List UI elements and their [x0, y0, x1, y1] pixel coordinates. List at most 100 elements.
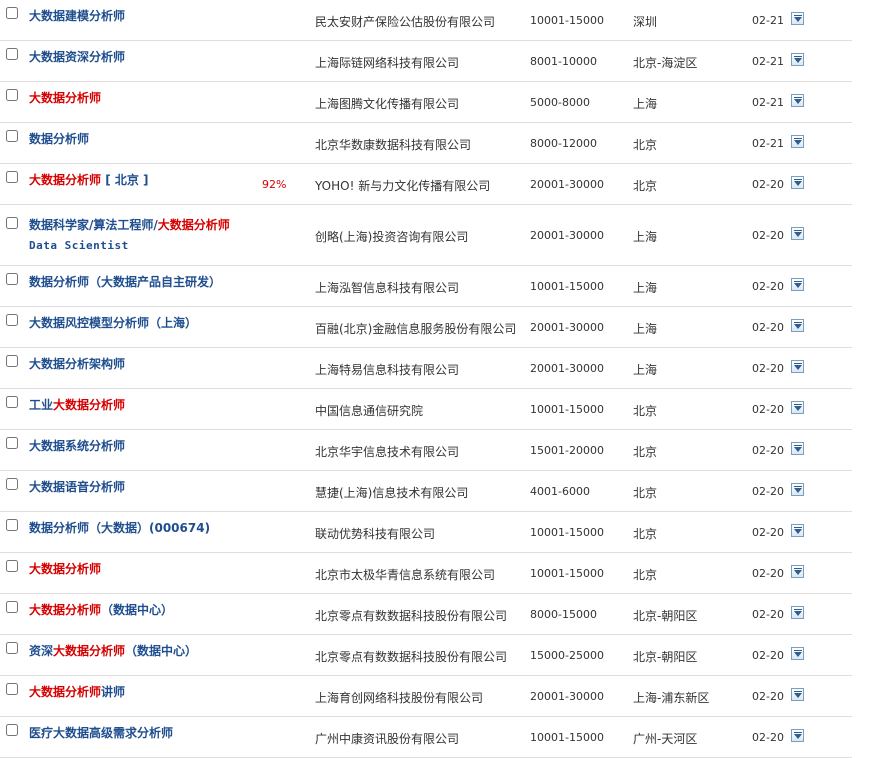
company-name-link[interactable]: 民太安财产保险公估股份有限公司: [315, 13, 527, 30]
company-name-link[interactable]: 北京市太极华青信息系统有限公司: [315, 566, 527, 583]
expand-dropdown-icon[interactable]: [791, 360, 804, 373]
expand-dropdown-icon[interactable]: [791, 565, 804, 578]
salary-range: 8000-15000: [530, 608, 597, 621]
expand-dropdown-icon[interactable]: [791, 12, 804, 25]
job-row: 数据科学家/算法工程师/大数据分析师 Data Scientist 创略(上海)投资…: [0, 205, 852, 266]
job-title-link[interactable]: 数据分析师（大数据）(000674): [29, 518, 254, 538]
job-title-link[interactable]: 大数据分析师 [ 北京 ]: [29, 170, 254, 190]
company-name-link[interactable]: 北京华宇信息技术有限公司: [315, 443, 527, 460]
company-name-link[interactable]: 联动优势科技有限公司: [315, 525, 527, 542]
post-date: 02-20: [752, 649, 784, 662]
company-name-link[interactable]: 广州中康资讯股份有限公司: [315, 730, 527, 747]
expand-dropdown-icon[interactable]: [791, 319, 804, 332]
job-title-link[interactable]: 数据分析师（大数据产品自主研发）: [29, 272, 254, 292]
salary-range: 10001-15000: [530, 280, 604, 293]
job-title-segment: 大数据分析架构师: [29, 357, 126, 371]
company-name-link[interactable]: 慧捷(上海)信息技术有限公司: [315, 484, 527, 501]
job-title-link[interactable]: 大数据语音分析师: [29, 477, 254, 497]
expand-dropdown-icon[interactable]: [791, 135, 804, 148]
job-title-link[interactable]: 大数据分析师（数据中心）: [29, 600, 254, 620]
job-title-link[interactable]: 大数据建模分析师: [29, 6, 254, 26]
job-title-segment: [ 北京 ]: [101, 173, 149, 187]
job-select-checkbox[interactable]: [6, 519, 18, 531]
expand-dropdown-icon[interactable]: [791, 53, 804, 66]
job-select-checkbox[interactable]: [6, 601, 18, 613]
job-title-segment: Data Scientist: [29, 239, 129, 252]
job-select-checkbox[interactable]: [6, 355, 18, 367]
expand-dropdown-icon[interactable]: [791, 483, 804, 496]
expand-dropdown-icon[interactable]: [791, 606, 804, 619]
job-title-link[interactable]: 大数据分析师: [29, 88, 254, 108]
company-name-link[interactable]: 上海特易信息科技有限公司: [315, 361, 527, 378]
company-name-link[interactable]: 上海图腾文化传播有限公司: [315, 95, 527, 112]
company-name-link[interactable]: YOHO! 新与力文化传播有限公司: [315, 177, 527, 194]
job-title-link[interactable]: 大数据系统分析师: [29, 436, 254, 456]
job-select-checkbox[interactable]: [6, 724, 18, 736]
job-title-link[interactable]: 大数据分析师讲师: [29, 682, 254, 702]
company-name-link[interactable]: 北京零点有数数据科技股份有限公司: [315, 607, 527, 624]
company-name-link[interactable]: 上海际链网络科技有限公司: [315, 54, 527, 71]
job-title-link[interactable]: 大数据分析师: [29, 559, 254, 579]
post-date: 02-20: [752, 362, 784, 375]
job-select-checkbox[interactable]: [6, 171, 18, 183]
match-percent: 92%: [262, 178, 287, 191]
company-name-link[interactable]: 上海育创网络科技股份有限公司: [315, 689, 527, 706]
post-date: 02-21: [752, 14, 784, 27]
job-list: 大数据建模分析师 民太安财产保险公估股份有限公司 10001-15000 深圳 02-2…: [0, 0, 852, 758]
job-row: 数据分析师（大数据）(000674) 联动优势科技有限公司 10001-15000 北…: [0, 512, 852, 553]
company-name-link[interactable]: 百融(北京)金融信息服务股份有限公司: [315, 320, 527, 337]
expand-dropdown-icon[interactable]: [791, 442, 804, 455]
job-select-checkbox[interactable]: [6, 642, 18, 654]
salary-range: 15000-25000: [530, 649, 604, 662]
company-name-link[interactable]: 上海泓智信息科技有限公司: [315, 279, 527, 296]
job-location: 北京: [633, 445, 658, 459]
job-title-link[interactable]: 大数据风控模型分析师（上海）: [29, 313, 254, 333]
expand-dropdown-icon[interactable]: [791, 227, 804, 240]
job-select-checkbox[interactable]: [6, 683, 18, 695]
expand-dropdown-icon[interactable]: [791, 401, 804, 414]
job-select-checkbox[interactable]: [6, 273, 18, 285]
salary-range: 15001-20000: [530, 444, 604, 457]
job-title-segment: 医疗大数据高级需求分析师: [29, 726, 174, 740]
expand-dropdown-icon[interactable]: [791, 729, 804, 742]
job-title-segment: 大数据建模分析师: [29, 9, 126, 23]
expand-dropdown-icon[interactable]: [791, 524, 804, 537]
job-row: 资深大数据分析师（数据中心） 北京零点有数数据科技股份有限公司 15000-2500…: [0, 635, 852, 676]
job-title-link[interactable]: 医疗大数据高级需求分析师: [29, 723, 254, 743]
job-title-segment: 数据分析师: [29, 132, 90, 146]
job-select-checkbox[interactable]: [6, 396, 18, 408]
job-select-checkbox[interactable]: [6, 130, 18, 142]
expand-dropdown-icon[interactable]: [791, 688, 804, 701]
expand-dropdown-icon[interactable]: [791, 176, 804, 189]
company-name-link[interactable]: 中国信息通信研究院: [315, 402, 527, 419]
job-title-segment: 讲师: [101, 685, 126, 699]
job-location: 上海-浦东新区: [633, 691, 710, 705]
salary-range: 4001-6000: [530, 485, 590, 498]
job-select-checkbox[interactable]: [6, 560, 18, 572]
job-title-link[interactable]: 数据科学家/算法工程师/大数据分析师 Data Scientist: [29, 215, 254, 256]
company-name-link[interactable]: 创略(上海)投资咨询有限公司: [315, 228, 527, 245]
company-name-link[interactable]: 北京零点有数数据科技股份有限公司: [315, 648, 527, 665]
job-title-link[interactable]: 数据分析师: [29, 129, 254, 149]
job-title-segment: 大数据资深分析师: [29, 50, 126, 64]
expand-dropdown-icon[interactable]: [791, 94, 804, 107]
post-date: 02-20: [752, 608, 784, 621]
job-select-checkbox[interactable]: [6, 89, 18, 101]
expand-dropdown-icon[interactable]: [791, 647, 804, 660]
company-name-link[interactable]: 北京华数康数据科技有限公司: [315, 136, 527, 153]
job-select-checkbox[interactable]: [6, 217, 18, 229]
job-title-segment: 大数据分析师: [53, 398, 126, 412]
job-title-link[interactable]: 资深大数据分析师（数据中心）: [29, 641, 254, 661]
job-select-checkbox[interactable]: [6, 48, 18, 60]
job-title-segment: 大数据语音分析师: [29, 480, 126, 494]
expand-dropdown-icon[interactable]: [791, 278, 804, 291]
salary-range: 5000-8000: [530, 96, 590, 109]
job-select-checkbox[interactable]: [6, 437, 18, 449]
job-title-link[interactable]: 工业大数据分析师: [29, 395, 254, 415]
job-title-link[interactable]: 大数据资深分析师: [29, 47, 254, 67]
job-select-checkbox[interactable]: [6, 314, 18, 326]
job-title-link[interactable]: 大数据分析架构师: [29, 354, 254, 374]
job-row: 大数据分析师（数据中心） 北京零点有数数据科技股份有限公司 8000-15000 北京…: [0, 594, 852, 635]
job-select-checkbox[interactable]: [6, 7, 18, 19]
job-select-checkbox[interactable]: [6, 478, 18, 490]
